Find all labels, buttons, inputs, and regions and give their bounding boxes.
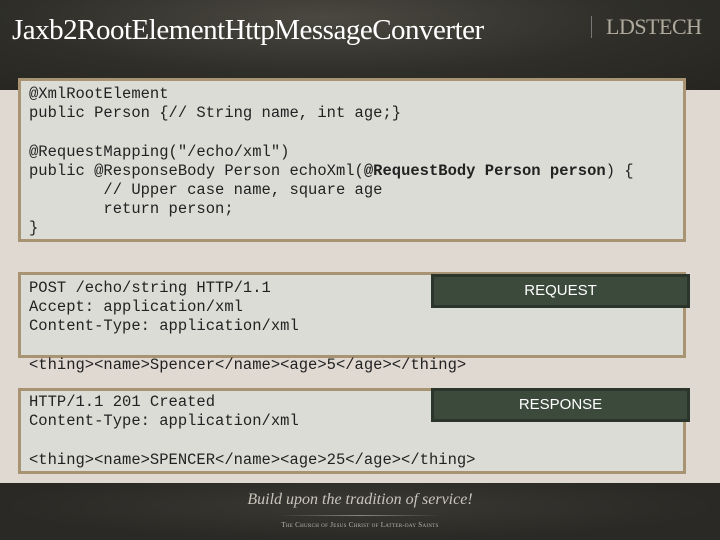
request-label: REQUEST	[431, 274, 690, 308]
logo-divider	[591, 16, 592, 38]
request-line: POST /echo/string HTTP/1.1	[29, 279, 271, 297]
code-line: }	[29, 219, 39, 238]
code-text: @XmlRootElement public Person {// String…	[29, 85, 634, 239]
request-line: Accept: application/xml	[29, 298, 243, 317]
slide-header: Jaxb2RootElementHttpMessageConverter LDS…	[0, 0, 720, 90]
code-line: ) {	[605, 161, 634, 180]
request-text: POST /echo/string HTTP/1.1 Accept: appli…	[29, 279, 466, 375]
footer-tagline: Build upon the tradition of service!	[247, 491, 473, 508]
response-text: HTTP/1.1 201 Created Content-Type: appli…	[29, 393, 475, 470]
response-label: RESPONSE	[431, 388, 690, 422]
footer-rule	[280, 515, 440, 516]
request-line: Content-Type: application/xml	[29, 317, 299, 336]
slide-footer: Build upon the tradition of service! The…	[0, 483, 720, 540]
code-line: @XmlRootElement	[29, 85, 169, 103]
code-line: public @ResponseBody Person echoXml(	[29, 161, 364, 180]
code-line: @RequestMapping("/echo/xml")	[29, 142, 290, 161]
code-line: public Person {// String name, int age;}	[29, 104, 402, 123]
code-bold: @RequestBody Person person	[363, 161, 606, 180]
code-line: // Upper case name, square age	[29, 181, 383, 200]
slide-title: Jaxb2RootElementHttpMessageConverter	[12, 14, 484, 46]
code-line: return person;	[29, 200, 234, 219]
footer-church-name: The Church of Jesus Christ of Latter-day…	[281, 521, 439, 529]
response-line: HTTP/1.1 201 Created	[29, 393, 216, 411]
ldstech-logo: LDSTECH	[606, 14, 702, 39]
response-line: Content-Type: application/xml	[29, 412, 299, 431]
request-body: <thing><name>Spencer</name><age>5</age><…	[29, 355, 467, 374]
code-block: @XmlRootElement public Person {// String…	[18, 78, 686, 242]
response-body: <thing><name>SPENCER</name><age>25</age>…	[29, 450, 476, 469]
